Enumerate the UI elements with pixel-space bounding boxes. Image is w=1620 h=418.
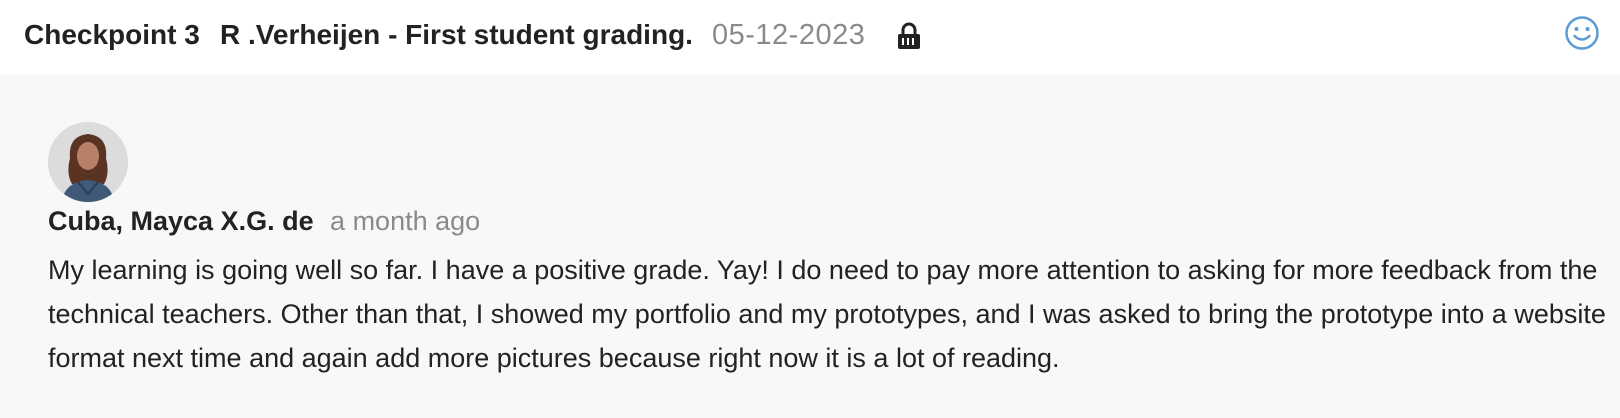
comment-text: My learning is going well so far. I have… bbox=[48, 255, 1606, 373]
comment-timestamp: a month ago bbox=[330, 206, 481, 236]
checkpoint-subtitle: R .Verheijen - First student grading. bbox=[220, 19, 693, 50]
smiley-icon[interactable] bbox=[1564, 15, 1600, 51]
checkpoint-date: 05-12-2023 bbox=[712, 19, 866, 51]
lock-icon bbox=[897, 22, 921, 50]
avatar bbox=[48, 122, 128, 202]
author-name: Cuba, Mayca X.G. de bbox=[48, 206, 314, 236]
checkpoint-header: Checkpoint 3 R .Verheijen - First studen… bbox=[0, 0, 1620, 74]
checkpoint-title: Checkpoint 3 bbox=[24, 19, 200, 50]
comment-meta: Cuba, Mayca X.G. de a month ago bbox=[48, 206, 480, 237]
